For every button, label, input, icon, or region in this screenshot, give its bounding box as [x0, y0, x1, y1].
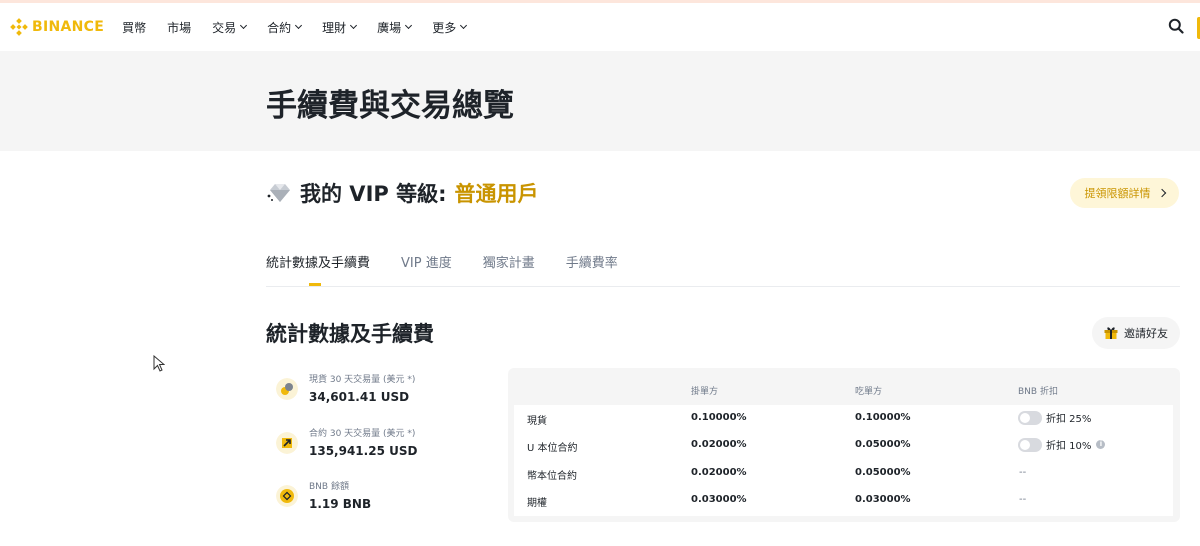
bnb-discount-control: 折扣 10% i — [1018, 437, 1106, 452]
vip-label: 我的 VIP 等級: — [300, 182, 447, 206]
stat-futures-volume: 合約 30 天交易量 (美元 *) 135,941.25 USD — [276, 426, 417, 458]
stat-value: 1.19 BNB — [309, 497, 372, 511]
spot-volume-icon — [276, 378, 298, 400]
stat-spot-volume: 現貨 30 天交易量 (美元 *) 34,601.41 USD — [276, 372, 415, 404]
nav-item-buy-crypto[interactable]: 買幣 — [122, 19, 146, 36]
nav-label: 更多 — [432, 20, 457, 35]
fee-table: 掛單方 吃單方 BNB 折扣 現貨 0.10000% 0.10000% 折扣 2… — [508, 368, 1180, 522]
bnb-discount-toggle[interactable] — [1018, 437, 1042, 452]
nav-item-markets[interactable]: 市場 — [167, 19, 191, 36]
maker-fee-cell: 0.03000% — [691, 494, 747, 505]
brand-name: BINANCE — [32, 19, 105, 35]
vip-level-heading: 我的 VIP 等級: 普通用戶 — [266, 178, 538, 208]
tab-fee-rates[interactable]: 手續費率 — [566, 252, 618, 271]
mouse-cursor-icon — [153, 355, 165, 372]
fee-type-cell: 期權 — [527, 498, 547, 509]
vip-level-value: 普通用戶 — [454, 182, 539, 206]
taker-fee-cell: 0.10000% — [855, 412, 911, 423]
title-band — [0, 51, 1200, 151]
nav-label: 廣場 — [377, 20, 402, 35]
nav-label: 交易 — [212, 20, 237, 35]
nav-item-trade[interactable]: 交易 — [212, 19, 248, 36]
column-header-bnb-discount: BNB 折扣 — [1018, 387, 1058, 397]
discount-cell: -- — [1019, 467, 1027, 478]
taker-fee-cell: 0.03000% — [855, 494, 911, 505]
nav-label: 市場 — [167, 20, 192, 35]
taker-fee-cell: 0.05000% — [855, 439, 911, 450]
withdrawal-limit-button[interactable]: 提領限額詳情 — [1070, 178, 1179, 208]
diamond-icon — [267, 184, 290, 202]
maker-fee-cell: 0.02000% — [691, 467, 747, 478]
chevron-down-icon — [405, 21, 413, 30]
tabs-divider — [266, 286, 1180, 287]
chevron-down-icon — [295, 21, 303, 30]
chevron-right-icon — [1157, 188, 1166, 198]
main-nav: 買幣 市場 交易 合約 理財 廣場 更多 — [122, 19, 487, 36]
discount-cell: -- — [1019, 494, 1027, 505]
chevron-down-icon — [240, 21, 248, 30]
chevron-down-icon — [460, 21, 468, 30]
fee-type-cell: 幣本位合約 — [527, 471, 577, 482]
bnb-discount-toggle[interactable] — [1018, 410, 1042, 425]
nav-item-more[interactable]: 更多 — [432, 19, 468, 36]
column-header-maker: 掛單方 — [691, 387, 719, 397]
column-header-taker: 吃單方 — [855, 387, 883, 397]
section-tabs: 統計數據及手續費 VIP 進度 獨家計畫 手續費率 — [266, 252, 649, 271]
nav-item-futures[interactable]: 合約 — [267, 19, 303, 36]
search-icon[interactable] — [1168, 18, 1184, 34]
stat-value: 135,941.25 USD — [309, 444, 418, 458]
table-row: 現貨 0.10000% 0.10000% 折扣 25% — [514, 405, 1173, 432]
maker-fee-cell: 0.10000% — [691, 412, 747, 423]
table-row: 期權 0.03000% 0.03000% -- — [514, 487, 1173, 514]
stat-label: 現貨 30 天交易量 (美元 *) — [309, 375, 416, 385]
invite-friends-button[interactable]: 邀請好友 — [1092, 317, 1180, 349]
nav-label: 買幣 — [122, 20, 147, 35]
futures-volume-icon — [276, 432, 298, 454]
bnb-discount-control: 折扣 25% — [1018, 410, 1091, 425]
page-title: 手續費與交易總覽 — [266, 88, 514, 124]
maker-fee-cell: 0.02000% — [691, 439, 747, 450]
withdrawal-limit-label: 提領限額詳情 — [1084, 187, 1151, 200]
fee-table-body: 現貨 0.10000% 0.10000% 折扣 25% U 本位合約 0.020… — [514, 405, 1173, 516]
stat-label: BNB 餘額 — [309, 482, 349, 492]
chevron-down-icon — [350, 21, 358, 30]
table-row: 幣本位合約 0.02000% 0.05000% -- — [514, 460, 1173, 487]
tab-statistics-and-fees[interactable]: 統計數據及手續費 — [266, 252, 370, 271]
nav-item-square[interactable]: 廣場 — [377, 19, 413, 36]
section-title: 統計數據及手續費 — [266, 322, 434, 346]
nav-item-earn[interactable]: 理財 — [322, 19, 358, 36]
top-navbar: BINANCE 買幣 市場 交易 合約 理財 廣場 更多 — [0, 3, 1200, 51]
fee-type-cell: U 本位合約 — [527, 443, 578, 454]
gift-icon — [1104, 327, 1118, 339]
fee-type-cell: 現貨 — [527, 416, 547, 427]
tab-exclusive-programs[interactable]: 獨家計畫 — [483, 252, 535, 271]
tab-vip-progress[interactable]: VIP 進度 — [401, 252, 452, 271]
binance-logo-icon — [10, 18, 28, 36]
taker-fee-cell: 0.05000% — [855, 467, 911, 478]
bnb-coin-icon — [276, 485, 298, 507]
table-row: U 本位合約 0.02000% 0.05000% 折扣 10% i — [514, 432, 1173, 459]
nav-label: 合約 — [267, 20, 292, 35]
info-icon[interactable]: i — [1096, 440, 1106, 449]
discount-label: 折扣 10% — [1046, 441, 1092, 452]
stat-bnb-balance: BNB 餘額 1.19 BNB — [276, 479, 371, 511]
nav-label: 理財 — [322, 20, 347, 35]
stat-label: 合約 30 天交易量 (美元 *) — [309, 429, 416, 439]
invite-friends-label: 邀請好友 — [1124, 327, 1168, 340]
binance-logo[interactable]: BINANCE — [10, 18, 104, 36]
discount-label: 折扣 25% — [1046, 414, 1092, 425]
stat-value: 34,601.41 USD — [309, 390, 410, 404]
